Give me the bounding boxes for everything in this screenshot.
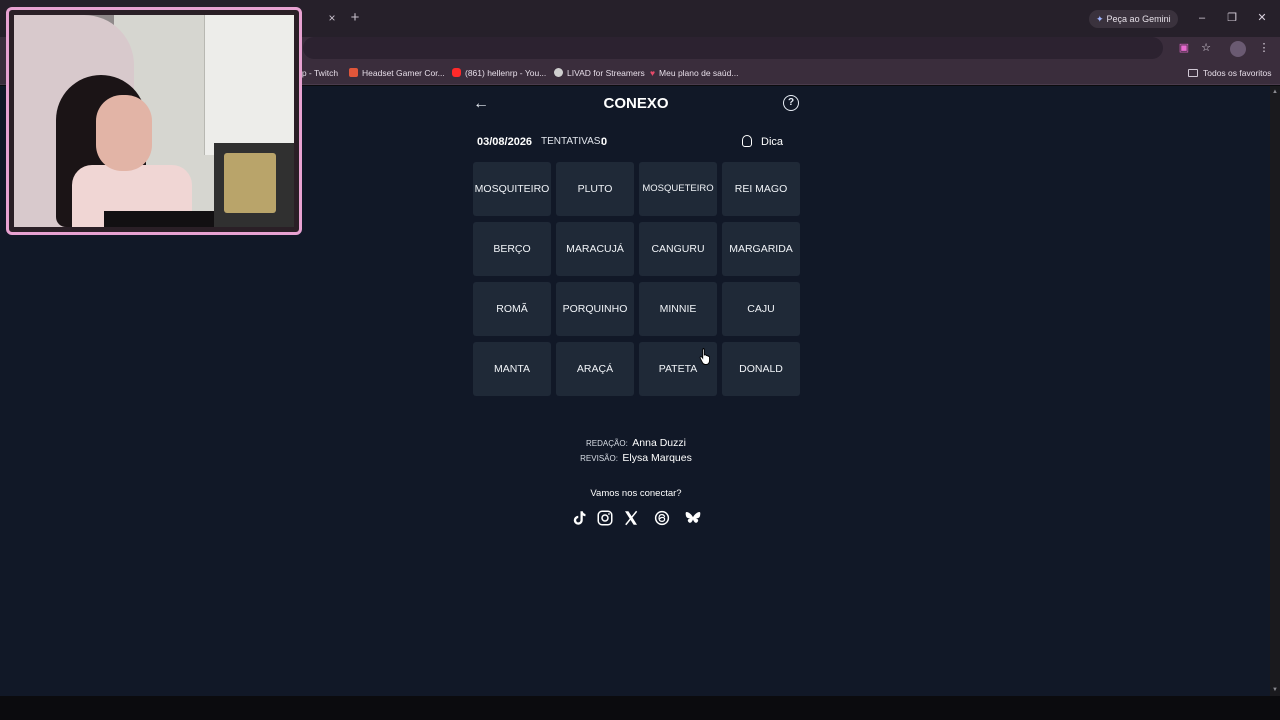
word-tile[interactable]: MARGARIDA: [722, 222, 800, 276]
tiktok-icon[interactable]: [570, 509, 588, 527]
url-field[interactable]: [303, 37, 1163, 59]
minimize-icon[interactable]: –: [1194, 10, 1210, 26]
webcam-cabinet: [204, 15, 294, 155]
gemini-spark-icon: ✦: [1096, 14, 1104, 24]
word-tile[interactable]: CANGURU: [639, 222, 717, 276]
webcam-frame-bar: [104, 211, 214, 227]
word-tile[interactable]: ARAÇÁ: [556, 342, 634, 396]
webcam-person-face: [96, 95, 152, 171]
tab-close-icon[interactable]: ×: [325, 10, 339, 26]
taskbar-strip: [0, 696, 1280, 720]
bookmark-youtube[interactable]: (861) hellenrp - You...: [452, 66, 546, 80]
maximize-icon[interactable]: ❐: [1224, 10, 1240, 26]
word-grid: MOSQUITEIRO PLUTO MOSQUETEIRO REI MAGO B…: [473, 162, 800, 397]
word-tile[interactable]: REI MAGO: [722, 162, 800, 216]
new-tab-icon[interactable]: +: [347, 9, 363, 27]
word-tile[interactable]: MINNIE: [639, 282, 717, 336]
word-tile[interactable]: MOSQUITEIRO: [473, 162, 551, 216]
back-arrow-icon[interactable]: ←: [471, 94, 491, 114]
bookmark-twitch[interactable]: rp - Twitch: [299, 66, 338, 80]
bookmark-label: (861) hellenrp - You...: [465, 68, 547, 78]
credit-reviewer: REVISÃO: Elysa Marques: [536, 448, 736, 466]
bookmark-label: Meu plano de saúd...: [659, 68, 739, 78]
word-tile[interactable]: MOSQUETEIRO: [639, 162, 717, 216]
tries-count: 0: [601, 136, 608, 148]
bookmark-health-plan[interactable]: ♥ Meu plano de saúd...: [650, 66, 738, 80]
word-tile[interactable]: PLUTO: [556, 162, 634, 216]
cast-icon[interactable]: ▣: [1176, 40, 1192, 56]
livad-icon: [554, 68, 563, 77]
hint-button[interactable]: Dica: [742, 133, 783, 151]
bookmarks-folder-label: Todos os favoritos: [1203, 68, 1272, 78]
profile-avatar[interactable]: [1230, 41, 1246, 57]
bluesky-icon[interactable]: [684, 509, 702, 527]
word-tile[interactable]: CAJU: [722, 282, 800, 336]
hint-label: Dica: [761, 136, 784, 148]
lightbulb-icon: [742, 135, 752, 147]
browser-menu-icon[interactable]: ⋮: [1256, 40, 1272, 56]
scroll-down-icon[interactable]: ▼: [1270, 686, 1280, 694]
word-tile[interactable]: MARACUJÁ: [556, 222, 634, 276]
bookmark-livad[interactable]: LIVAD for Streamers: [554, 66, 645, 80]
gemini-button[interactable]: ✦ Peça ao Gemini: [1089, 10, 1178, 28]
gemini-label: Peça ao Gemini: [1106, 14, 1171, 24]
webcam-overlay: [6, 7, 302, 235]
folder-icon: [1188, 69, 1198, 77]
threads-icon[interactable]: [653, 509, 671, 527]
word-tile[interactable]: PORQUINHO: [556, 282, 634, 336]
scroll-up-icon[interactable]: ▲: [1270, 88, 1280, 96]
social-title: Vamos nos conectar?: [590, 488, 682, 499]
page-title: CONEXO: [603, 95, 669, 112]
webcam-feed: [14, 15, 294, 227]
hand-cursor-icon: [699, 348, 710, 365]
webcam-sticker: [224, 153, 276, 213]
x-icon[interactable]: [622, 509, 640, 527]
scrollbar[interactable]: [1270, 86, 1280, 696]
reviewer-name: Elysa Marques: [622, 452, 692, 464]
close-window-icon[interactable]: ✕: [1254, 10, 1270, 26]
word-tile[interactable]: BERÇO: [473, 222, 551, 276]
editor-label: REDAÇÃO:: [586, 439, 628, 448]
reviewer-label: REVISÃO:: [580, 454, 618, 463]
bookmark-label: Headset Gamer Cor...: [362, 68, 445, 78]
all-bookmarks-folder[interactable]: Todos os favoritos: [1188, 66, 1272, 80]
youtube-icon: [452, 68, 461, 77]
instagram-icon[interactable]: [596, 509, 614, 527]
game-date: 03/08/2026: [477, 136, 533, 148]
bookmark-headset[interactable]: Headset Gamer Cor...: [349, 66, 445, 80]
help-icon[interactable]: ?: [783, 95, 799, 111]
bookmark-star-icon[interactable]: ☆: [1198, 40, 1214, 56]
word-tile[interactable]: MANTA: [473, 342, 551, 396]
headset-site-icon: [349, 68, 358, 77]
tries-label: TENTATIVAS:: [541, 136, 604, 147]
word-tile[interactable]: DONALD: [722, 342, 800, 396]
word-tile[interactable]: ROMÃ: [473, 282, 551, 336]
bookmark-label: LIVAD for Streamers: [567, 68, 645, 78]
bookmark-label: rp - Twitch: [299, 68, 339, 78]
heart-icon: ♥: [650, 68, 656, 78]
